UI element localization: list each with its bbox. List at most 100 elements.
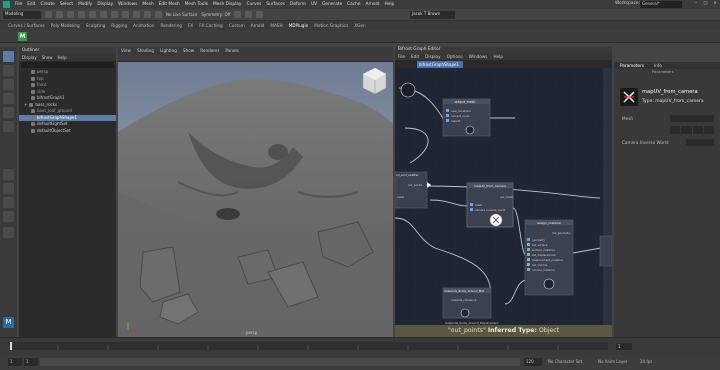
range-end-field[interactable]: 120 — [524, 358, 542, 366]
outliner-menu-show[interactable]: Show — [42, 54, 53, 61]
graph-tab-active[interactable]: bifrostGraphShape1 — [417, 61, 463, 68]
range-start-field[interactable]: 1 — [8, 358, 22, 366]
viewport-menu-view[interactable]: View — [121, 47, 131, 54]
symmetry-label[interactable]: Symmetry: Off — [201, 12, 230, 17]
redo-icon[interactable] — [78, 11, 85, 18]
menu-help[interactable]: Help — [384, 2, 394, 7]
mesh-param-field[interactable] — [670, 115, 714, 122]
menu-create[interactable]: Create — [41, 2, 55, 7]
outliner-item[interactable]: defaultObjectSet — [19, 128, 116, 135]
time-slider-track[interactable] — [7, 342, 608, 350]
menu-mesh-display[interactable]: Mesh Display — [213, 2, 242, 7]
user-account[interactable]: Jacek T Brown — [410, 11, 455, 19]
menu-surfaces[interactable]: Surfaces — [266, 2, 285, 7]
maximize-icon[interactable]: □ — [703, 1, 707, 6]
shelf-tab-active[interactable]: MDPlugin — [289, 23, 309, 28]
snap-grid-icon[interactable] — [122, 11, 129, 18]
snap-curve-icon[interactable] — [133, 11, 140, 18]
menu-select[interactable]: Select — [60, 2, 73, 7]
menu-mesh[interactable]: Mesh — [142, 2, 153, 7]
minimize-icon[interactable]: – — [695, 1, 697, 6]
viewport-menu-renderer[interactable]: Renderer — [200, 47, 219, 54]
shelf-tab[interactable]: Custom — [229, 23, 245, 28]
shelf-tab[interactable]: Sculpting — [86, 23, 106, 28]
menu-edit-mesh[interactable]: Edit Mesh — [159, 2, 180, 7]
graph-menu-windows[interactable]: Windows — [469, 53, 488, 60]
menu-modify[interactable]: Modify — [78, 2, 92, 7]
ipr-render-icon[interactable] — [245, 11, 253, 18]
viewport-menu-lighting[interactable]: Lighting — [160, 47, 177, 54]
node-rocky-ground-mat[interactable]: redwoods_Rocky_Ground_Mat material_refer… — [442, 287, 492, 319]
snap-point-icon[interactable] — [144, 11, 151, 18]
shelf-tab[interactable]: Arnold — [251, 23, 265, 28]
menu-windows[interactable]: Windows — [118, 2, 137, 7]
scale-tool-icon[interactable] — [3, 121, 14, 132]
node-assign-material[interactable]: assign_material out_geometry geometry se… — [524, 219, 574, 296]
close-icon[interactable]: × — [713, 1, 717, 6]
graph-menu-file[interactable]: File — [398, 53, 405, 60]
render-icon[interactable] — [234, 11, 242, 18]
folder-icon[interactable] — [45, 11, 52, 18]
fps-label[interactable]: 24 fps — [640, 359, 652, 364]
render-settings-icon[interactable] — [256, 11, 264, 18]
shelf-tab[interactable]: XGen — [354, 23, 365, 28]
menu-arnold[interactable]: Arnold — [366, 2, 380, 7]
anim-layer-label[interactable]: No Anim Layer — [598, 359, 627, 364]
layout-single-icon[interactable] — [3, 169, 14, 180]
layout-stack-icon[interactable] — [3, 211, 14, 222]
select-component-icon[interactable] — [111, 11, 118, 18]
shelf-tab[interactable]: FX Caching — [199, 23, 223, 28]
outliner-search-input[interactable] — [21, 62, 114, 68]
graph-menu-edit[interactable]: Edit — [411, 53, 419, 60]
paint-select-icon[interactable] — [3, 79, 14, 90]
tab-parameters[interactable]: Parameters — [620, 62, 644, 69]
shelf-tab[interactable]: Motion Graphics — [314, 23, 348, 28]
input-node-icon[interactable] — [400, 82, 416, 98]
viewport-menu-show[interactable]: Show — [183, 47, 194, 54]
search-icon[interactable] — [3, 227, 14, 238]
shelf-tab[interactable]: FX — [188, 23, 193, 28]
mash-toolbox-icon[interactable]: M — [3, 317, 14, 328]
shelf-tab[interactable]: Animation — [133, 23, 154, 28]
node-output-mesh[interactable]: output_mesh new_locations current_node r… — [442, 98, 491, 137]
menu-curves[interactable]: Curves — [246, 2, 261, 7]
node-mapuv-from-camera[interactable]: mapUV_from_camera out_mesh mesh camera_i… — [466, 182, 513, 228]
menu-uv[interactable]: UV — [311, 2, 317, 7]
graph-menu-options[interactable]: Options — [447, 53, 463, 60]
menu-set-select[interactable]: Modeling — [3, 10, 41, 19]
layout-four-icon[interactable] — [3, 183, 14, 194]
rotate-tool-icon[interactable] — [3, 107, 14, 118]
matrix-param-fields[interactable] — [670, 126, 714, 134]
menu-edit[interactable]: Edit — [27, 2, 35, 7]
range-bar[interactable] — [40, 358, 520, 366]
live-surface-label[interactable]: No Live Surface — [166, 12, 197, 17]
select-tool-icon[interactable] — [3, 51, 14, 62]
shelf-tab[interactable]: MASH — [270, 23, 282, 28]
menu-file[interactable]: File — [15, 2, 22, 7]
outliner-menu-display[interactable]: Display — [22, 54, 37, 61]
tab-info[interactable]: Info — [654, 62, 662, 69]
shelf-tab[interactable]: Rigging — [111, 23, 127, 28]
mash-shelf-icon[interactable]: M — [18, 32, 27, 41]
lasso-tool-icon[interactable] — [3, 65, 14, 76]
node-offscreen[interactable] — [599, 235, 612, 267]
camera-param-field[interactable] — [686, 139, 714, 146]
select-object-icon[interactable] — [100, 11, 107, 18]
node-graph[interactable]: output_mesh new_locations current_node r… — [395, 68, 612, 325]
menu-generate[interactable]: Generate — [322, 2, 342, 7]
shelf-tab[interactable]: Poly Modeling — [51, 23, 80, 28]
node-cd-and-scatter[interactable]: cd_and_scatter out_points mesh — [395, 171, 431, 209]
graph-menu-help[interactable]: Help — [493, 53, 503, 60]
outliner-menu-help[interactable]: Help — [58, 54, 67, 61]
snap-plane-icon[interactable] — [155, 11, 162, 18]
terrain-scene[interactable] — [118, 62, 393, 337]
graph-menu-display[interactable]: Display — [425, 53, 440, 60]
shelf-tab[interactable]: Rendering — [161, 23, 182, 28]
viewport-menu-shading[interactable]: Shading — [137, 47, 154, 54]
layout-side-icon[interactable] — [3, 197, 14, 208]
viewport-menu-panels[interactable]: Panels — [225, 47, 238, 54]
menu-display[interactable]: Display — [97, 2, 113, 7]
menu-mesh-tools[interactable]: Mesh Tools — [185, 2, 208, 7]
shelf-tab[interactable]: Curves / Surfaces — [8, 23, 45, 28]
current-frame-field[interactable]: 1 — [616, 343, 632, 350]
